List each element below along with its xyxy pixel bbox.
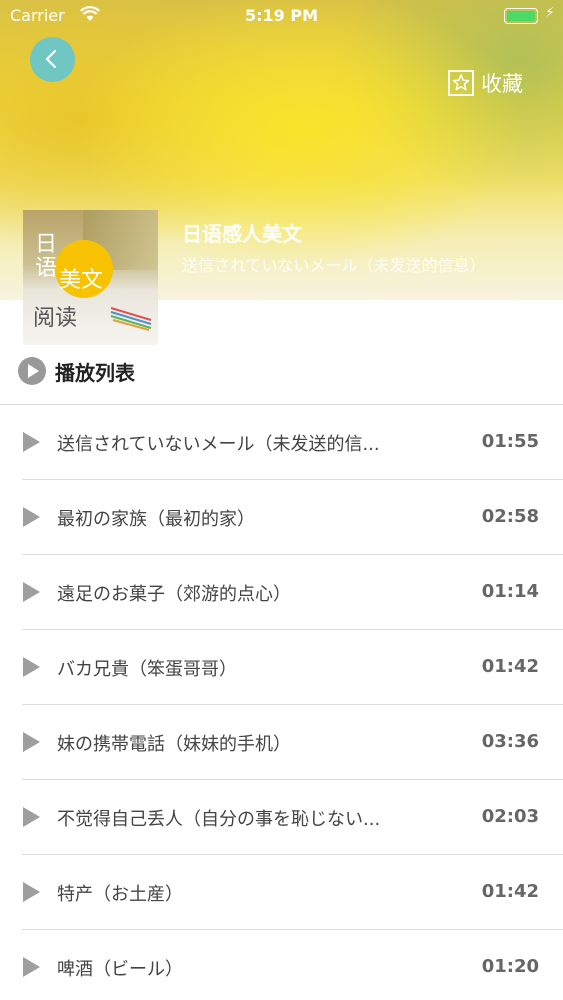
track-row[interactable]: 最初の家族（最初的家） 02:58 (0, 480, 563, 555)
track-duration: 01:42 (481, 881, 539, 902)
charging-icon: ⚡ (545, 5, 555, 21)
track-duration: 01:42 (481, 656, 539, 677)
track-title: バカ兄貴（笨蛋哥哥） (57, 659, 237, 680)
cover-text: 语 (35, 256, 58, 281)
album-title: 日语感人美文 (182, 222, 302, 246)
track-duration: 02:03 (481, 806, 539, 827)
track-title: 不觉得自己丢人（自分の事を恥じない... (57, 809, 381, 830)
track-title: 最初の家族（最初的家） (57, 509, 255, 530)
play-icon (23, 432, 40, 452)
star-icon (448, 70, 474, 96)
play-all-icon[interactable] (18, 357, 46, 385)
status-bar: Carrier 5:19 PM ⚡ (0, 0, 563, 32)
play-icon (23, 807, 40, 827)
play-icon (23, 957, 40, 977)
track-row[interactable]: 啤酒（ビール） 01:20 (0, 930, 563, 1000)
album-cover: 日 语 美文 阅读 (23, 210, 158, 345)
track-row[interactable]: 不觉得自己丢人（自分の事を恥じない... 02:03 (0, 780, 563, 855)
play-icon (23, 882, 40, 902)
track-row[interactable]: 特产（お土産） 01:42 (0, 855, 563, 930)
album-subtitle: 送信されていないメール（未发送的信息） (182, 256, 486, 275)
track-row[interactable]: 送信されていないメール（未发送的信... 01:55 (0, 405, 563, 480)
favorite-button[interactable]: 收藏 (447, 68, 523, 98)
play-icon (23, 732, 40, 752)
track-title: 遠足のお菓子（郊游的点心） (57, 584, 291, 605)
track-title: 啤酒（ビール） (57, 959, 183, 980)
track-duration: 01:20 (481, 956, 539, 977)
track-title: 妹の携帯電話（妹妹的手机） (57, 734, 291, 755)
track-duration: 03:36 (481, 731, 539, 752)
cover-text: 阅读 (33, 306, 78, 331)
track-title: 送信されていないメール（未发送的信... (57, 434, 380, 455)
favorite-label: 收藏 (481, 72, 523, 96)
track-duration: 02:58 (481, 506, 539, 527)
track-title: 特产（お土産） (57, 884, 183, 905)
play-icon (23, 657, 40, 677)
pencils-icon (110, 307, 152, 331)
cover-text: 美文 (59, 268, 104, 293)
clock: 5:19 PM (244, 6, 318, 25)
playlist-label: 播放列表 (55, 360, 135, 385)
back-icon (45, 49, 57, 69)
track-row[interactable]: 遠足のお菓子（郊游的点心） 01:14 (0, 555, 563, 630)
track-row[interactable]: 妹の携帯電話（妹妹的手机） 03:36 (0, 705, 563, 780)
track-duration: 01:14 (481, 581, 539, 602)
track-list: 送信されていないメール（未发送的信... 01:55 最初の家族（最初的家） 0… (0, 405, 563, 1000)
playlist-header: 播放列表 (18, 355, 135, 387)
play-icon (23, 582, 40, 602)
battery-icon (504, 8, 538, 24)
play-icon (23, 507, 40, 527)
track-duration: 01:55 (481, 431, 539, 452)
back-button[interactable] (30, 37, 75, 82)
track-row[interactable]: バカ兄貴（笨蛋哥哥） 01:42 (0, 630, 563, 705)
